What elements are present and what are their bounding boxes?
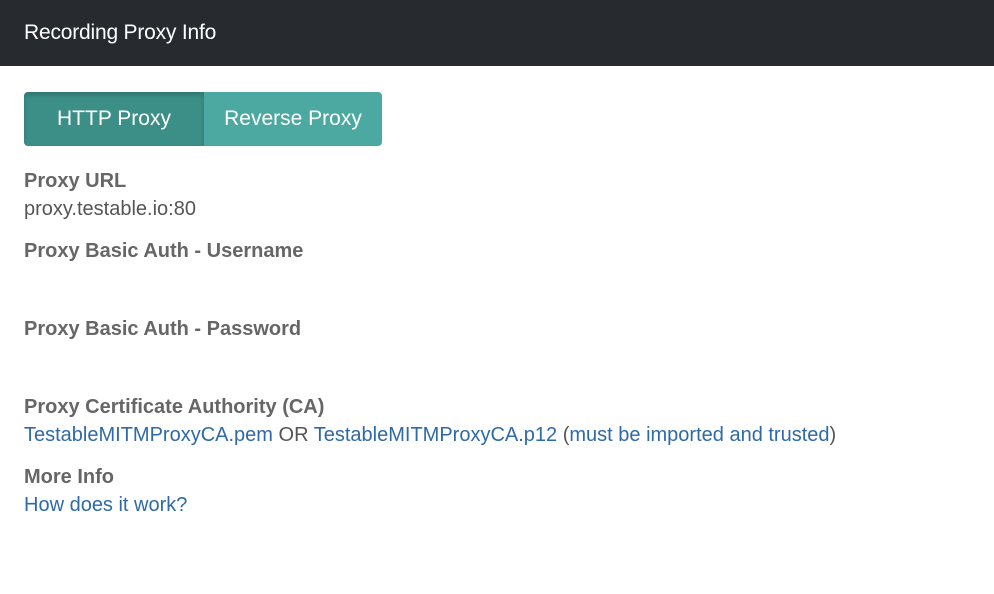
how-it-works-link[interactable]: How does it work? bbox=[24, 494, 187, 516]
auth-password-section: Proxy Basic Auth - Password bbox=[24, 316, 970, 394]
ca-p12-link[interactable]: TestableMITMProxyCA.p12 bbox=[314, 424, 557, 446]
ca-value: TestableMITMProxyCA.pem OR TestableMITMP… bbox=[24, 420, 970, 450]
tab-http-proxy[interactable]: HTTP Proxy bbox=[24, 92, 204, 146]
more-info-section: More Info How does it work? bbox=[24, 464, 970, 520]
ca-note-open: ( bbox=[557, 424, 570, 446]
ca-label: Proxy Certificate Authority (CA) bbox=[24, 396, 325, 418]
tab-reverse-proxy[interactable]: Reverse Proxy bbox=[204, 92, 382, 146]
auth-username-value bbox=[24, 264, 970, 316]
proxy-url-value: proxy.testable.io:80 bbox=[24, 198, 196, 220]
auth-password-label: Proxy Basic Auth - Password bbox=[24, 318, 302, 340]
auth-username-section: Proxy Basic Auth - Username bbox=[24, 238, 970, 316]
panel-header: Recording Proxy Info bbox=[0, 0, 994, 66]
ca-pem-link[interactable]: TestableMITMProxyCA.pem bbox=[24, 424, 273, 446]
ca-import-note-link[interactable]: must be imported and trusted bbox=[569, 424, 829, 446]
panel-title: Recording Proxy Info bbox=[24, 21, 217, 44]
ca-or-text: OR bbox=[272, 424, 314, 446]
proxy-url-label: Proxy URL bbox=[24, 170, 127, 192]
proxy-type-toggle: HTTP Proxy Reverse Proxy bbox=[24, 92, 382, 146]
recording-proxy-panel: Recording Proxy Info HTTP Proxy Reverse … bbox=[0, 0, 994, 594]
auth-username-label: Proxy Basic Auth - Username bbox=[24, 240, 304, 262]
ca-section: Proxy Certificate Authority (CA) Testabl… bbox=[24, 394, 970, 450]
ca-note-close: ) bbox=[829, 424, 837, 446]
proxy-url-section: Proxy URL proxy.testable.io:80 bbox=[24, 168, 970, 224]
panel-body: HTTP Proxy Reverse Proxy Proxy URL proxy… bbox=[0, 66, 994, 520]
more-info-value: How does it work? bbox=[24, 490, 970, 520]
more-info-label: More Info bbox=[24, 466, 114, 488]
auth-password-value bbox=[24, 342, 970, 394]
